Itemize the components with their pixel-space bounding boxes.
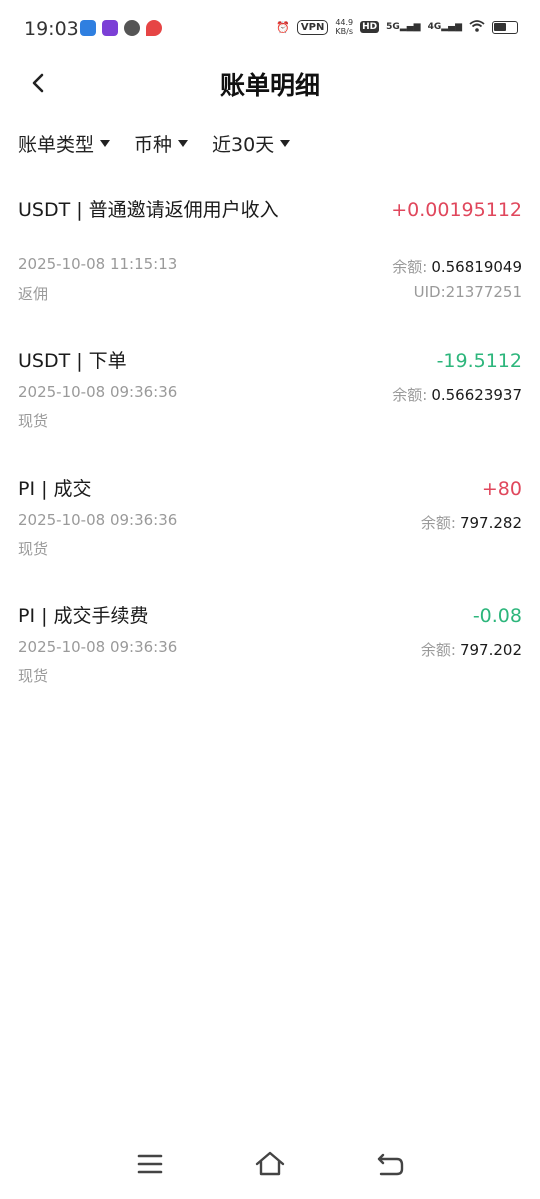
record-type: 现货: [18, 540, 49, 558]
record-item[interactable]: PI | 成交手续费 -0.08 2025-10-08 09:36:36 余额:…: [18, 603, 522, 688]
nav-back-button[interactable]: [373, 1147, 407, 1181]
network-speed: 44.9 KB/s: [335, 18, 353, 36]
balance-value: 0.56819049: [431, 258, 522, 276]
app-notification-icon: [102, 20, 118, 36]
return-icon: [377, 1153, 404, 1176]
sim1-signal-icon: 5G▂▄▆: [386, 22, 421, 32]
system-nav-bar: [0, 1129, 540, 1199]
balance-value: 797.282: [459, 514, 522, 532]
status-time: 19:03: [24, 18, 79, 40]
filter-bar: 账单类型 币种 近30天: [18, 130, 291, 157]
balance-label: 余额:: [420, 641, 456, 659]
notification-icons: [80, 20, 162, 36]
filter-label: 账单类型: [18, 134, 95, 156]
caret-down-icon: [280, 140, 291, 147]
nav-menu-button[interactable]: [133, 1147, 167, 1181]
filter-label: 近30天: [212, 134, 275, 156]
balance-value: 0.56623937: [431, 386, 522, 404]
record-item[interactable]: PI | 成交 +80 2025-10-08 09:36:36 余额: 797.2…: [18, 476, 522, 561]
record-balance: 余额: 0.56819049: [392, 256, 522, 277]
home-icon: [255, 1151, 285, 1176]
record-amount: +80: [481, 478, 522, 500]
record-type: 现货: [18, 667, 49, 685]
balance-label: 余额:: [392, 386, 428, 404]
record-type: 返佣: [18, 285, 49, 303]
record-uid: UID:21377251: [413, 283, 522, 301]
record-title: USDT | 普通邀请返佣用户收入: [18, 199, 279, 221]
status-indicators: ⏰ VPN 44.9 KB/s HD 5G▂▄▆ 4G▂▄▆: [276, 18, 518, 36]
record-time: 2025-10-08 09:36:36: [18, 383, 178, 401]
record-time: 2025-10-08 09:36:36: [18, 638, 178, 656]
filter-bill-type[interactable]: 账单类型: [18, 130, 111, 157]
speed-value: 44.9: [335, 18, 354, 27]
battery-icon: [492, 20, 518, 34]
speed-unit: KB/s: [335, 27, 354, 36]
page-title: 账单明细: [219, 71, 320, 100]
record-title: PI | 成交: [18, 478, 92, 500]
record-title: PI | 成交手续费: [18, 605, 149, 627]
hd-badge: HD: [360, 21, 380, 33]
record-amount: -19.5112: [436, 350, 522, 372]
status-bar: 19:03 ⏰ VPN 44.9 KB/s HD 5G▂▄▆ 4G▂▄▆: [0, 0, 540, 60]
wifi-icon: [469, 19, 485, 36]
record-balance: 余额: 797.202: [421, 639, 522, 660]
location-icon: [146, 20, 162, 36]
balance-label: 余额:: [420, 514, 456, 532]
filter-date-range[interactable]: 近30天: [212, 130, 291, 157]
balance-label: 余额:: [392, 258, 428, 276]
record-title: USDT | 下单: [18, 350, 127, 372]
alarm-icon: ⏰: [276, 20, 290, 34]
filter-currency[interactable]: 币种: [134, 130, 189, 157]
balance-value: 797.202: [459, 641, 522, 659]
app-notification-icon: [80, 20, 96, 36]
record-item[interactable]: USDT | 下单 -19.5112 2025-10-08 09:36:36 余…: [18, 348, 522, 433]
caret-down-icon: [100, 140, 111, 147]
record-balance: 余额: 797.282: [421, 512, 522, 533]
record-time: 2025-10-08 11:15:13: [18, 255, 178, 273]
message-icon: [124, 20, 140, 36]
nav-home-button[interactable]: [253, 1147, 287, 1181]
record-type: 现货: [18, 412, 49, 430]
sim2-signal-icon: 4G▂▄▆: [427, 22, 462, 32]
sim2-label: 4G: [427, 22, 442, 32]
record-amount: -0.08: [472, 605, 522, 627]
record-amount: +0.00195112: [391, 199, 522, 221]
caret-down-icon: [178, 140, 189, 147]
menu-icon: [137, 1154, 163, 1174]
filter-label: 币种: [134, 134, 173, 156]
vpn-badge: VPN: [296, 19, 329, 35]
record-time: 2025-10-08 09:36:36: [18, 511, 178, 529]
record-balance: 余额: 0.56623937: [392, 384, 522, 405]
sim1-label: 5G: [386, 22, 400, 32]
header: 账单明细: [0, 60, 540, 106]
record-item[interactable]: USDT | 普通邀请返佣用户收入 +0.00195112 2025-10-08…: [18, 197, 522, 307]
